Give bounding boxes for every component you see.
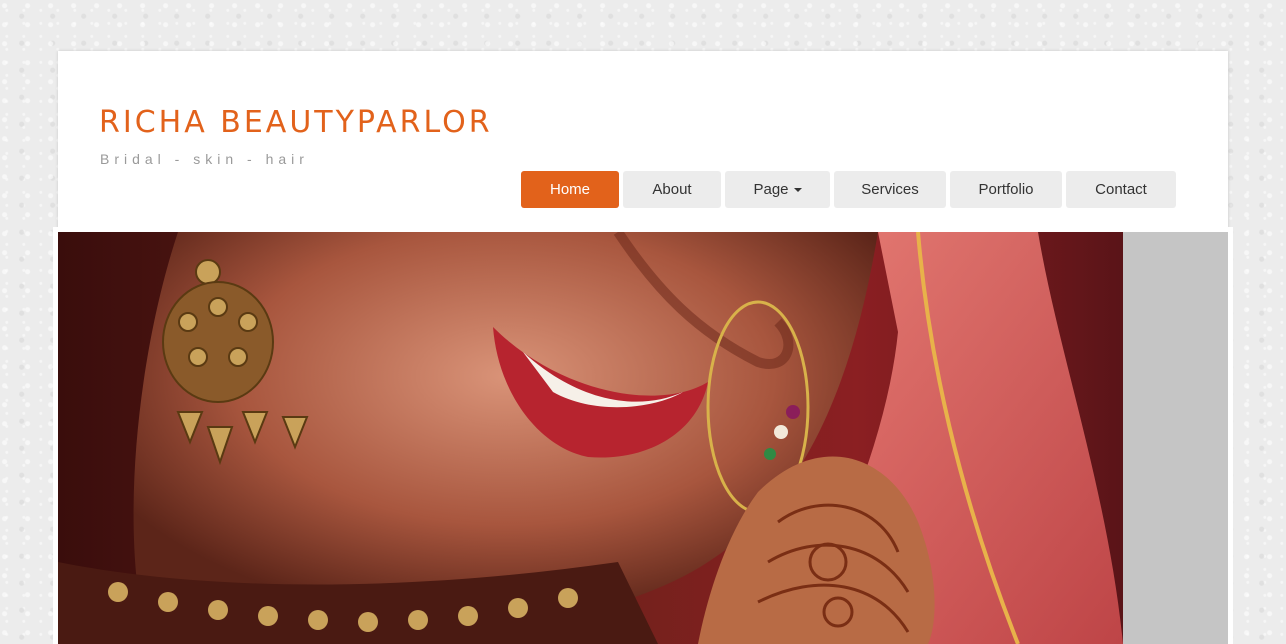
caret-down-icon [793, 187, 802, 192]
nav-item-label: Home [549, 181, 590, 198]
nav-item-services[interactable]: Services [834, 171, 946, 208]
nav-item-label: Services [861, 181, 919, 198]
nav-item-label: Contact [1095, 181, 1147, 198]
site-title[interactable]: RICHA BEAUTYPARLOR [99, 105, 493, 140]
hero-slider [53, 227, 1233, 644]
nav-item-portfolio[interactable]: Portfolio [950, 171, 1062, 208]
site-tagline: Bridal - skin - hair [100, 151, 309, 167]
site-header: RICHA BEAUTYPARLOR Bridal - skin - hair … [58, 51, 1228, 228]
main-nav: Home About Page Services Portfolio Conta… [521, 171, 1176, 208]
nav-item-about[interactable]: About [623, 171, 721, 208]
nav-item-contact[interactable]: Contact [1066, 171, 1176, 208]
nav-item-label: Page [753, 181, 789, 198]
nav-item-label: Portfolio [978, 181, 1034, 198]
nav-item-home[interactable]: Home [521, 171, 619, 208]
hero-slide [58, 232, 1228, 644]
nav-item-page[interactable]: Page [725, 171, 830, 208]
hero-image [58, 232, 1123, 644]
nav-item-label: About [652, 181, 692, 198]
